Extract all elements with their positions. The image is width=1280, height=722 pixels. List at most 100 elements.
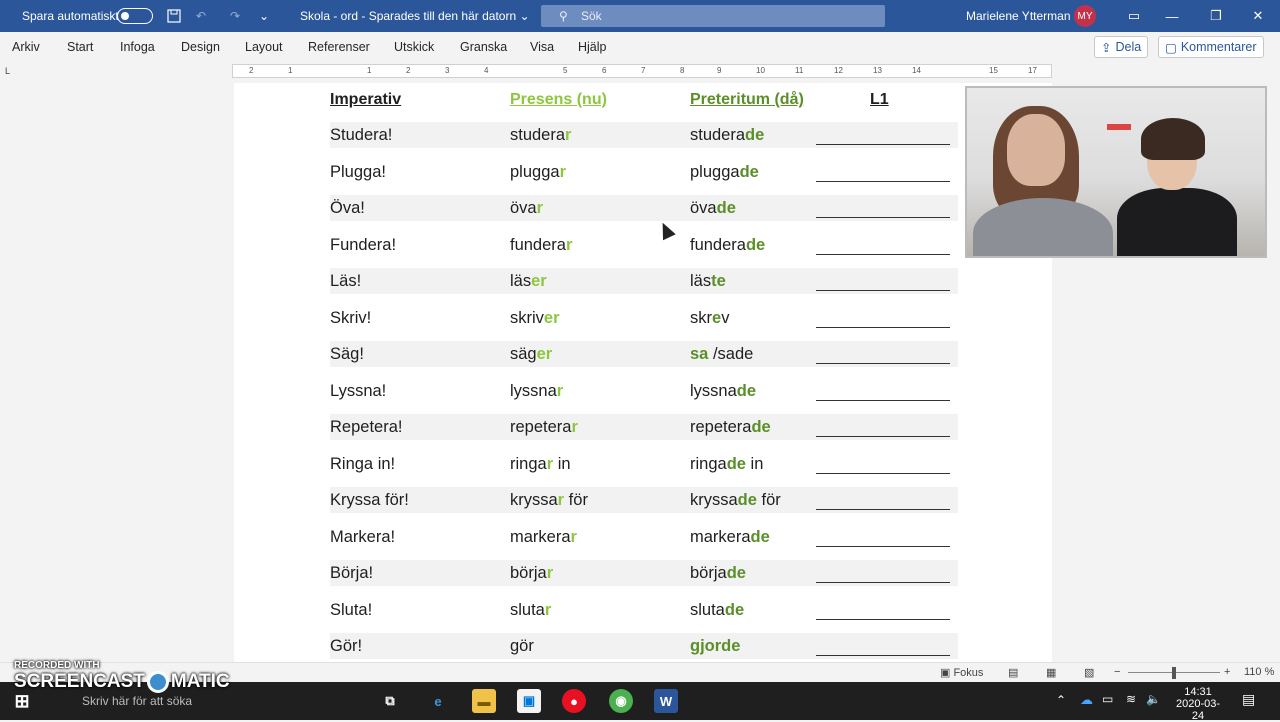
search-box[interactable]: ⚲ Sök	[541, 5, 885, 27]
zoom-thumb[interactable]	[1172, 667, 1176, 679]
web-layout-icon[interactable]: ▧	[1084, 666, 1094, 679]
customize-qat-icon[interactable]: ⌄	[259, 0, 269, 32]
present-cell: ringar in	[510, 454, 571, 473]
onedrive-icon[interactable]: ☁	[1080, 692, 1093, 708]
read-mode-icon[interactable]: ▤	[1008, 666, 1018, 679]
imperative-cell: Börja!	[330, 564, 374, 582]
tab-hjalp[interactable]: Hjälp	[578, 40, 607, 54]
battery-icon[interactable]: ▭	[1102, 692, 1113, 706]
zoom-in-icon[interactable]: +	[1224, 666, 1230, 678]
tab-granska[interactable]: Granska	[460, 40, 507, 54]
file-explorer-icon[interactable]: ▬	[472, 689, 496, 713]
preterite-cell: började	[690, 564, 746, 582]
imperative-cell: Repetera!	[330, 418, 403, 436]
preterite-cell: gjorde	[690, 637, 741, 655]
avatar[interactable]: MY	[1074, 0, 1096, 32]
l1-blank-line[interactable]	[816, 253, 950, 255]
l1-blank-line[interactable]	[816, 217, 950, 218]
minimize-button[interactable]: —	[1150, 0, 1194, 32]
tray-chevron-icon[interactable]: ⌃	[1056, 693, 1066, 707]
imperative-cell: Gör!	[330, 637, 363, 655]
autosave-toggle[interactable]	[117, 0, 153, 32]
present-cell: kryssar för	[510, 491, 588, 509]
imperative-cell: Kryssa för!	[330, 491, 409, 509]
share-button[interactable]: ⇪ Dela	[1094, 36, 1149, 58]
tab-design[interactable]: Design	[181, 40, 220, 54]
volume-icon[interactable]: 🔈	[1146, 692, 1161, 706]
store-icon[interactable]: ▣	[517, 689, 541, 713]
table-row: Plugga! pluggar pluggade	[330, 159, 958, 185]
preterite-cell: pluggade	[690, 162, 759, 181]
preterite-cell: kryssade för	[690, 491, 781, 509]
restore-button[interactable]: ❐	[1194, 0, 1238, 32]
preterite-cell: sa /sade	[690, 345, 754, 363]
imperative-cell: Markera!	[330, 527, 396, 546]
preterite-cell: lyssnade	[690, 381, 757, 400]
close-button[interactable]: ✕	[1236, 0, 1280, 32]
l1-blank-line[interactable]	[816, 545, 950, 547]
comments-button[interactable]: ▢ Kommentarer	[1158, 36, 1264, 58]
tab-selector[interactable]: L	[5, 66, 10, 76]
ribbon-tabs: Arkiv Start Infoga Design Layout Referen…	[0, 32, 1280, 62]
table-row: Gör! gör gjorde	[330, 633, 958, 659]
print-layout-icon[interactable]: ▦	[1046, 666, 1056, 679]
l1-blank-line[interactable]	[816, 436, 950, 437]
l1-blank-line[interactable]	[816, 326, 950, 328]
save-icon[interactable]	[166, 0, 182, 32]
present-cell: studerar	[510, 126, 572, 144]
tab-arkiv[interactable]: Arkiv	[12, 40, 40, 54]
l1-blank-line[interactable]	[816, 655, 950, 656]
screen-recorder-icon[interactable]: ●	[562, 689, 586, 713]
document-page[interactable]: Imperativ Presens (nu) Preteritum (då) L…	[234, 83, 1052, 663]
header-preterite: Preteritum (då)	[690, 91, 804, 108]
title-bar: Spara automatiskt ↶ ↷ ⌄ Skola - ord - Sp…	[0, 0, 1280, 32]
screencast-logo-icon	[146, 671, 169, 693]
zoom-out-icon[interactable]: −	[1114, 666, 1120, 678]
present-cell: börjar	[510, 564, 554, 582]
table-row: Öva! övar övade	[330, 195, 958, 221]
wifi-icon[interactable]: ≋	[1126, 692, 1136, 706]
horizontal-ruler[interactable]: 2 1 1 2 3 4 5 6 7 8 9 10 11 12 13 14 15 …	[232, 64, 1052, 78]
present-cell: funderar	[510, 235, 573, 254]
l1-blank-line[interactable]	[816, 144, 950, 145]
present-cell: markerar	[510, 527, 577, 546]
l1-blank-line[interactable]	[816, 399, 950, 401]
webcam-video	[965, 86, 1267, 258]
chrome-icon[interactable]: ◉	[609, 689, 633, 713]
present-cell: skriver	[510, 308, 560, 327]
tab-referenser[interactable]: Referenser	[308, 40, 370, 54]
preterite-cell: repeterade	[690, 418, 771, 436]
l1-blank-line[interactable]	[816, 509, 950, 510]
l1-blank-line[interactable]	[816, 290, 950, 291]
screencast-watermark: RECORDED WITH SCREENCAST MATIC	[14, 660, 230, 693]
tab-infoga[interactable]: Infoga	[120, 40, 155, 54]
l1-blank-line[interactable]	[816, 472, 950, 474]
undo-icon[interactable]: ↶	[196, 0, 206, 32]
tab-layout[interactable]: Layout	[245, 40, 283, 54]
clock[interactable]: 14:31 2020-03-24	[1172, 686, 1224, 722]
l1-blank-line[interactable]	[816, 618, 950, 620]
task-view-icon[interactable]: ⧉	[378, 689, 402, 713]
word-icon[interactable]: W	[654, 689, 678, 713]
l1-blank-line[interactable]	[816, 180, 950, 182]
zoom-level[interactable]: 110 %	[1244, 666, 1274, 678]
document-title[interactable]: Skola - ord - Sparades till den här dato…	[300, 0, 530, 32]
preterite-cell: ringade in	[690, 454, 764, 473]
preterite-cell: läste	[690, 272, 726, 290]
notifications-icon[interactable]: ▤	[1242, 691, 1255, 708]
l1-blank-line[interactable]	[816, 363, 950, 364]
present-cell: pluggar	[510, 162, 566, 181]
focus-button[interactable]: ▣ Fokus	[940, 666, 983, 679]
comment-icon: ▢	[1165, 40, 1177, 55]
l1-blank-line[interactable]	[816, 582, 950, 583]
tab-utskick[interactable]: Utskick	[394, 40, 434, 54]
present-cell: slutar	[510, 600, 552, 619]
tab-visa[interactable]: Visa	[530, 40, 554, 54]
taskbar-search[interactable]: Skriv här för att söka	[82, 694, 192, 708]
table-row: Sluta! slutar slutade	[330, 597, 958, 623]
tab-start[interactable]: Start	[67, 40, 93, 54]
edge-icon[interactable]: e	[426, 689, 450, 713]
redo-icon[interactable]: ↷	[230, 0, 240, 32]
preterite-cell: studerade	[690, 126, 765, 144]
search-icon: ⚲	[559, 9, 568, 23]
